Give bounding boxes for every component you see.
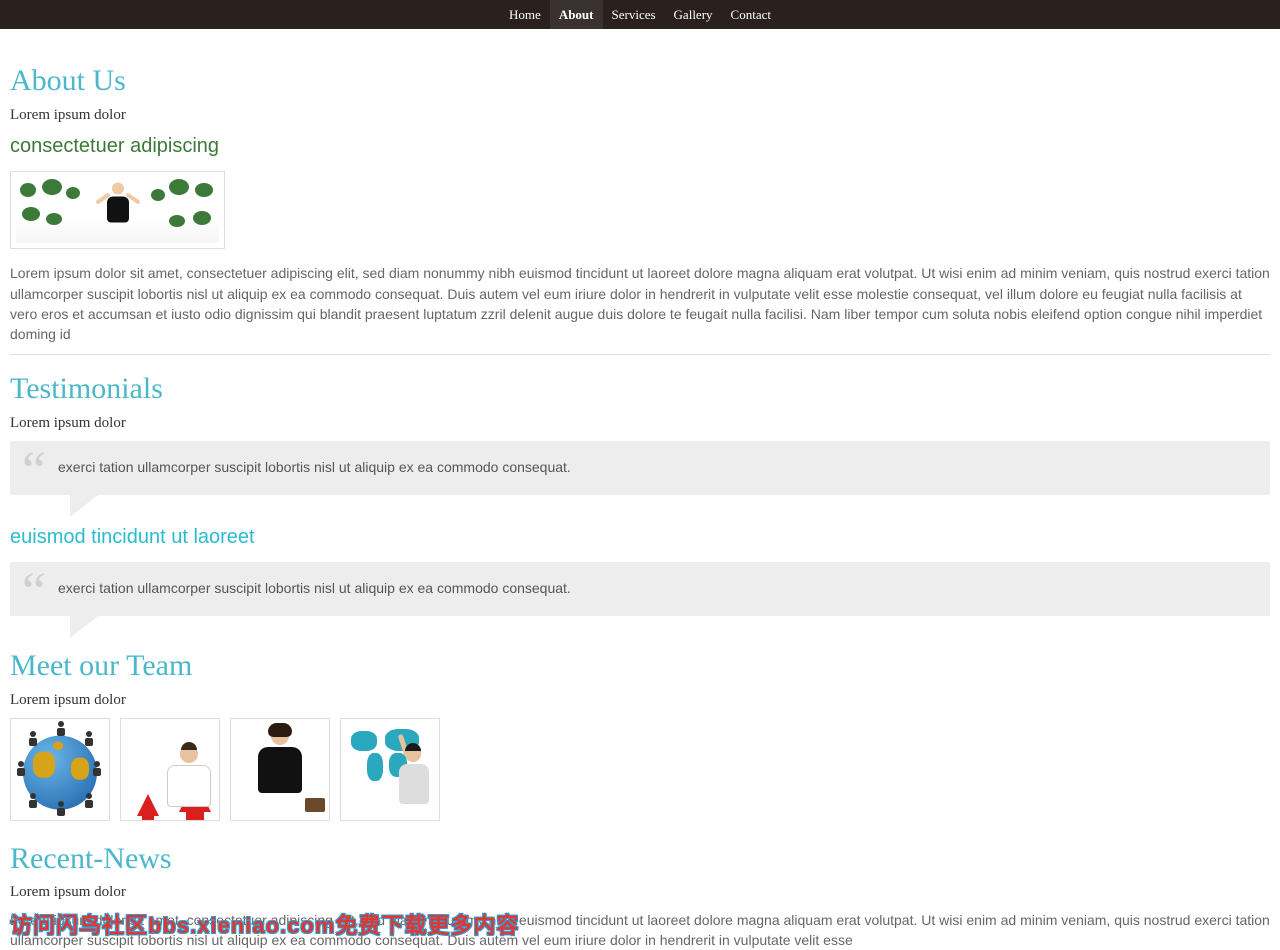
top-nav-bar: Home About Services Gallery Contact <box>0 0 1280 29</box>
testimonials-subtitle: Lorem ipsum dolor <box>10 413 1270 435</box>
nav-services[interactable]: Services <box>603 0 665 29</box>
news-body: Lorem ipsum dolor sit amet, consectetuer… <box>10 910 1270 950</box>
testimonial-link[interactable]: euismod tincidunt ut laoreet <box>10 523 1270 552</box>
testimonial-1: “ exerci tation ullamcorper suscipit lob… <box>10 441 1270 495</box>
main-nav: Home About Services Gallery Contact <box>500 0 780 29</box>
testimonial-1-text: exerci tation ullamcorper suscipit lobor… <box>58 457 1252 477</box>
about-body: Lorem ipsum dolor sit amet, consectetuer… <box>10 263 1270 344</box>
team-row <box>10 718 1270 821</box>
nav-contact[interactable]: Contact <box>722 0 780 29</box>
team-card-4[interactable] <box>340 718 440 821</box>
nav-gallery[interactable]: Gallery <box>665 0 722 29</box>
news-subtitle: Lorem ipsum dolor <box>10 882 1270 904</box>
about-subtitle: Lorem ipsum dolor <box>10 105 1270 127</box>
news-title: Recent-News <box>10 837 1270 881</box>
team-card-3[interactable] <box>230 718 330 821</box>
team-subtitle: Lorem ipsum dolor <box>10 690 1270 712</box>
testimonials-title: Testimonials <box>10 367 1270 411</box>
team-card-2[interactable] <box>120 718 220 821</box>
page-content: About Us Lorem ipsum dolor consectetuer … <box>10 29 1270 950</box>
testimonial-2: “ exerci tation ullamcorper suscipit lob… <box>10 562 1270 616</box>
nav-home[interactable]: Home <box>500 0 550 29</box>
quote-icon: “ <box>22 564 46 618</box>
about-title: About Us <box>10 59 1270 103</box>
quote-icon: “ <box>22 443 46 497</box>
nav-about[interactable]: About <box>550 0 603 29</box>
about-image <box>10 171 225 249</box>
testimonial-2-text: exerci tation ullamcorper suscipit lobor… <box>58 578 1252 598</box>
team-title: Meet our Team <box>10 644 1270 688</box>
section-divider <box>10 354 1270 355</box>
team-card-1[interactable] <box>10 718 110 821</box>
about-green-heading: consectetuer adipiscing <box>10 132 1270 161</box>
